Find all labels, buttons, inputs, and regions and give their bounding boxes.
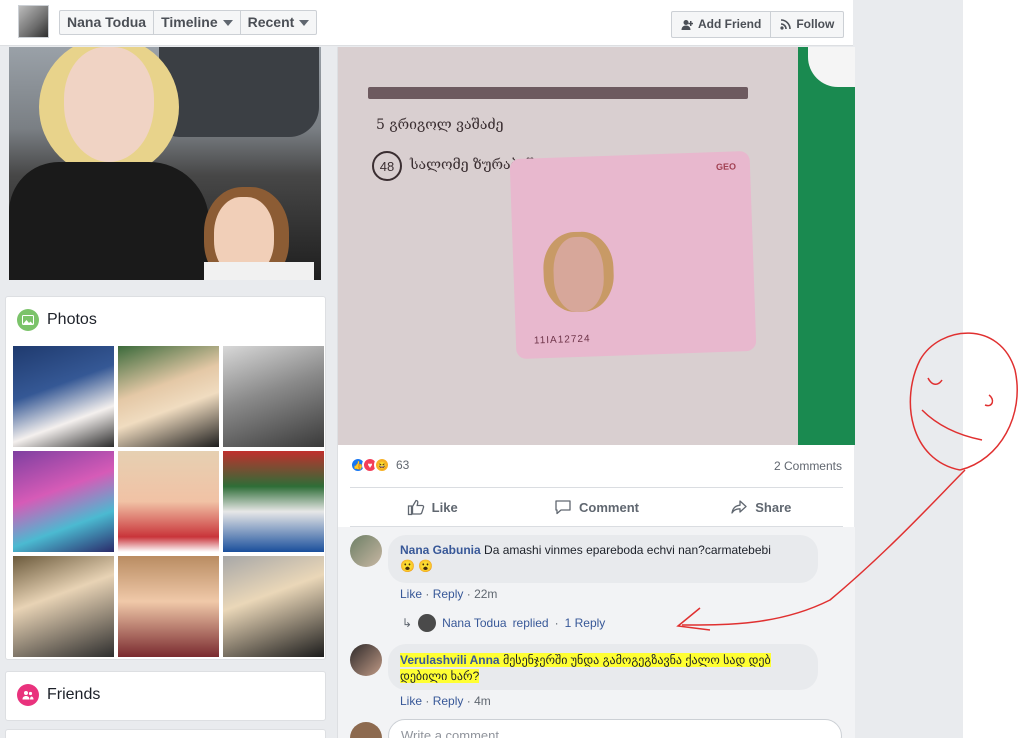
profile-name-link[interactable]: Nana Todua <box>60 11 155 34</box>
reply-arrow-icon: ↳ <box>402 616 413 630</box>
commenter-avatar[interactable] <box>350 535 382 567</box>
comment-meta: Like · Reply · 22m <box>400 587 498 601</box>
comment-icon <box>555 500 571 515</box>
photo-thumb[interactable] <box>118 451 219 552</box>
comment-timestamp[interactable]: 4m <box>474 694 491 708</box>
friends-header[interactable]: Friends <box>17 684 100 706</box>
id-card-number: 11IA12724 <box>533 333 591 347</box>
photos-header[interactable]: Photos <box>17 309 97 331</box>
photo-thumb[interactable] <box>118 346 219 447</box>
profile-nav: Nana Todua Timeline Recent <box>59 10 318 35</box>
my-avatar <box>350 722 382 738</box>
reaction-count: 63 <box>396 458 410 472</box>
id-country-code: GEO <box>715 161 737 173</box>
featured-photo[interactable] <box>9 47 321 280</box>
photo-thumb[interactable] <box>223 556 324 657</box>
replied-label: replied <box>512 616 549 630</box>
photos-icon <box>17 309 39 331</box>
photo-plate <box>808 47 855 87</box>
replies-link[interactable]: ↳ Nana Todua replied · 1 Reply <box>402 614 605 632</box>
post-action-bar: Like Comment Share <box>350 487 843 527</box>
commenter-avatar[interactable] <box>350 644 382 676</box>
document-header-bar <box>368 87 748 99</box>
thumbs-up-icon <box>407 499 424 516</box>
comment-author-link[interactable]: Verulashvili Anna <box>400 653 500 667</box>
page-edge <box>963 0 1018 738</box>
document-number: 48 <box>379 158 395 174</box>
haha-reaction-icon: 😆 <box>374 457 390 473</box>
replier-name: Nana Todua <box>442 616 507 630</box>
comment-timestamp[interactable]: 22m <box>474 587 497 601</box>
photo-thumb[interactable] <box>13 451 114 552</box>
comment-like-link[interactable]: Like <box>400 587 422 601</box>
comment-reply-link[interactable]: Reply <box>433 694 464 708</box>
comment-text: Da amashi vinmes epareboda echvi nan?car… <box>484 543 771 557</box>
photo-body <box>9 162 209 280</box>
photo-thumb[interactable] <box>223 346 324 447</box>
comments-section: Nana Gabunia Da amashi vinmes epareboda … <box>338 527 855 738</box>
reply-count: 1 Reply <box>564 616 606 630</box>
page-gutter <box>853 0 963 738</box>
friends-title: Friends <box>47 686 101 703</box>
profile-actions: Add Friend Follow <box>671 11 845 38</box>
comment-body: Nana Gabunia Da amashi vinmes epareboda … <box>388 535 818 581</box>
photos-grid <box>13 346 324 657</box>
comment-reply-link[interactable]: Reply <box>433 587 464 601</box>
photo-thumb[interactable] <box>118 556 219 657</box>
id-card: GEO 11IA12724 <box>509 150 757 360</box>
photo-thumb[interactable] <box>13 346 114 447</box>
chevron-down-icon <box>299 19 310 26</box>
timeline-label: Timeline <box>161 14 218 30</box>
comment-body: Verulashvili Anna მესენჯერში უნდა გამოგე… <box>388 645 818 691</box>
share-label: Share <box>755 499 792 515</box>
timeline-dropdown[interactable]: Timeline <box>154 11 241 34</box>
follow-button[interactable]: Follow <box>770 12 843 37</box>
document-circled-number: 48 <box>372 151 402 181</box>
photos-card: Photos <box>5 296 326 660</box>
comment-input-placeholder: Write a comment... <box>401 728 510 738</box>
comment-input[interactable]: Write a comment... <box>388 719 842 738</box>
add-friend-label: Add Friend <box>698 17 762 31</box>
comments-count-link[interactable]: 2 Comments <box>774 459 842 473</box>
friends-card: Friends <box>5 671 326 721</box>
comment-label: Comment <box>579 499 639 515</box>
post-card: 5 გრიგოლ ვაშაძე 48 სალომე ზურაბიშვილი GE… <box>337 47 855 738</box>
replier-avatar <box>418 614 437 632</box>
comment-button[interactable]: Comment <box>514 488 678 526</box>
document-paper: 5 გრიგოლ ვაშაძე 48 სალომე ზურაბიშვილი GE… <box>338 47 798 445</box>
photo-thumb[interactable] <box>13 556 114 657</box>
recent-label: Recent <box>247 14 295 30</box>
comment-like-link[interactable]: Like <box>400 694 422 708</box>
photo-thumb[interactable] <box>223 451 324 552</box>
share-icon <box>731 500 747 514</box>
photo-girl-body <box>204 262 314 280</box>
comment-author-link[interactable]: Nana Gabunia <box>400 543 481 557</box>
share-button[interactable]: Share <box>679 488 843 526</box>
document-line: 5 გრიგოლ ვაშაძე <box>376 117 504 133</box>
friends-icon <box>17 684 39 706</box>
reactions-summary[interactable]: 👍 ♥ 😆 63 <box>350 457 409 473</box>
photo-car <box>159 47 319 137</box>
chevron-down-icon <box>222 19 233 26</box>
add-person-icon <box>681 19 693 30</box>
rss-icon <box>780 19 792 30</box>
profile-header-bar: Nana Todua Timeline Recent Add Friend Fo… <box>0 0 853 46</box>
comment-emoji: 😮 😮 <box>400 559 434 573</box>
comment-meta: Like · Reply · 4m <box>400 694 491 708</box>
like-label: Like <box>431 499 458 515</box>
follow-label: Follow <box>796 17 835 31</box>
id-photo-face <box>552 236 605 313</box>
like-button[interactable]: Like <box>350 488 514 526</box>
photo-face <box>64 47 154 162</box>
add-friend-button[interactable]: Add Friend <box>672 12 770 37</box>
photos-title: Photos <box>47 311 97 328</box>
next-card <box>5 729 326 738</box>
recent-dropdown[interactable]: Recent <box>241 11 317 34</box>
post-photo[interactable]: 5 გრიგოლ ვაშაძე 48 სალომე ზურაბიშვილი GE… <box>338 47 855 445</box>
profile-avatar[interactable] <box>18 5 49 38</box>
profile-name: Nana Todua <box>67 14 147 30</box>
